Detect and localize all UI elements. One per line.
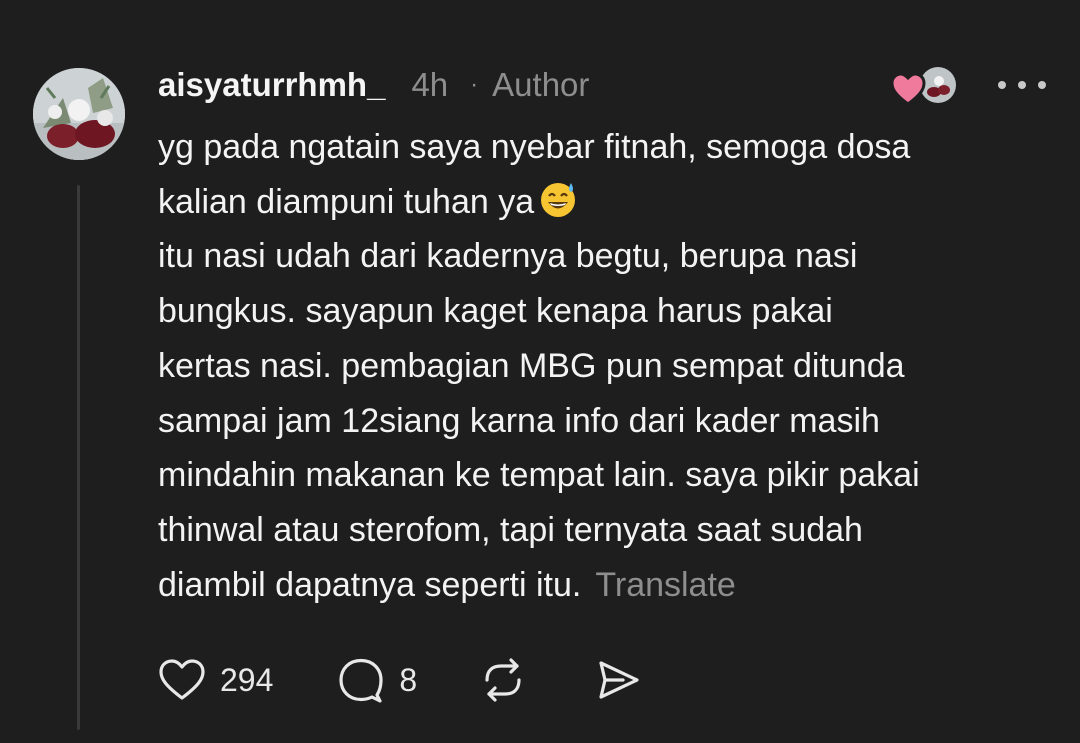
action-bar: 294 8 [158, 652, 641, 708]
more-options-button[interactable] [998, 70, 1046, 100]
sweat-smile-emoji-icon [541, 182, 576, 217]
post-line: bungkus. sayapun kaget kenapa harus paka… [158, 292, 833, 331]
repost-button[interactable] [479, 656, 527, 704]
reply-button[interactable]: 8 [337, 657, 417, 703]
heart-icon [159, 659, 205, 700]
liked-by-author-indicator[interactable] [890, 66, 958, 108]
more-icon-dot [998, 81, 1006, 89]
avatar[interactable] [33, 68, 125, 160]
post-line-text: kalian diampuni tuhan ya [158, 182, 535, 221]
like-button[interactable]: 294 [158, 658, 273, 702]
post-line: itu nasi udah dari kadernya begtu, berup… [158, 237, 858, 276]
reply-count: 8 [399, 661, 418, 698]
post-body: yg pada ngatain saya nyebar fitnah, semo… [158, 120, 1058, 612]
repost-icon [485, 658, 521, 702]
post-line: sampai jam 12siang karna info dari kader… [158, 401, 880, 440]
more-icon-dot [1018, 81, 1026, 89]
share-icon [599, 661, 639, 699]
post-line-text: diambil dapatnya seperti itu. [158, 565, 582, 604]
author-badge: Author [492, 66, 590, 103]
thread-line [77, 185, 80, 730]
post-header: aisyaturrhmh_ 4h · Author [158, 62, 589, 108]
post-line: mindahin makanan ke tempat lain. saya pi… [158, 456, 920, 495]
post-line: kertas nasi. pembagian MBG pun sempat di… [158, 346, 905, 385]
post-line-last: diambil dapatnya seperti itu. Translate [158, 558, 1058, 613]
timestamp: 4h [411, 66, 449, 103]
separator-dot: · [470, 71, 479, 98]
post-line-with-emoji: kalian diampuni tuhan ya [158, 175, 1058, 230]
liked-by-author-heart-icon [890, 72, 926, 106]
post-line: yg pada ngatain saya nyebar fitnah, semo… [158, 128, 911, 166]
translate-link[interactable]: Translate [595, 566, 735, 604]
comment-icon [339, 658, 383, 703]
share-button[interactable] [595, 658, 641, 702]
more-icon-dot [1038, 81, 1046, 89]
avatar-image [33, 68, 125, 160]
post-line: thinwal atau sterofom, tapi ternyata saa… [158, 510, 863, 549]
like-count: 294 [220, 661, 274, 698]
username[interactable]: aisyaturrhmh_ [158, 66, 385, 104]
